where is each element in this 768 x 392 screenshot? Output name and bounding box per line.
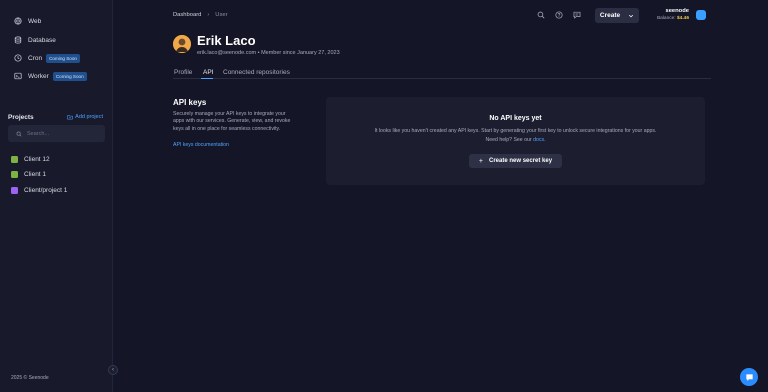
balance-label: Balance: [656, 16, 676, 21]
sidebar-item-web[interactable]: Web [14, 15, 41, 27]
projects-title: Projects [8, 114, 34, 121]
project-search-input[interactable] [27, 130, 97, 137]
project-label: Client 12 [24, 156, 50, 163]
plus-icon: + [478, 157, 484, 165]
chat-icon [745, 373, 753, 381]
database-icon [14, 36, 22, 44]
add-project-label: Add project [75, 114, 103, 120]
sidebar-item-label: Cron [28, 54, 43, 62]
add-project-button[interactable]: Add project [67, 114, 103, 120]
empty-state-message: It looks like you haven't created any AP… [374, 128, 657, 134]
api-keys-description: Securely manage your API keys to integra… [173, 111, 291, 132]
sidebar-item-worker[interactable]: Worker Coming Soon [14, 70, 87, 82]
project-search [8, 125, 105, 142]
project-icon [11, 171, 18, 178]
person-icon [173, 35, 191, 53]
api-keys-title: API keys [173, 98, 207, 107]
project-label: Client/project 1 [24, 187, 68, 194]
help-icon[interactable] [555, 11, 563, 19]
project-icon [11, 156, 18, 163]
project-icon [11, 187, 18, 194]
collapse-sidebar-button[interactable]: ‹ [108, 365, 118, 375]
project-item-client-12[interactable]: Client 12 [11, 156, 50, 163]
create-button[interactable]: Create [595, 8, 639, 23]
chevron-down-icon [629, 14, 634, 17]
project-label: Client 1 [24, 171, 47, 178]
terminal-icon [14, 72, 22, 80]
project-item-client-project-1[interactable]: Client/project 1 [11, 187, 67, 194]
user-meta: erik.laco@seenode.com • Member since Jan… [197, 50, 340, 56]
clock-icon [14, 54, 22, 62]
globe-icon [14, 17, 22, 25]
balance-amount: $4.46 [676, 16, 689, 21]
sidebar-item-label: Web [28, 17, 42, 25]
api-keys-docs-link[interactable]: API keys documentation [173, 142, 229, 148]
create-secret-key-label: Create new secret key [489, 158, 553, 164]
help-suffix: . [544, 137, 546, 143]
breadcrumb: Dashboard › User [173, 12, 228, 18]
chevron-left-icon: ‹ [112, 367, 114, 373]
tab-connected-repositories[interactable]: Connected repositories [223, 69, 290, 76]
sidebar: Web Database Cron Coming Soon Worker Com… [0, 0, 113, 392]
coming-soon-badge: Coming Soon [46, 53, 80, 63]
empty-state-help: Need help? See our docs. [326, 137, 705, 143]
account-name[interactable]: seenode [665, 8, 689, 14]
active-tab-indicator [201, 78, 213, 79]
create-label: Create [599, 12, 621, 19]
chevron-right-icon: › [207, 12, 210, 18]
copyright: 2025 © Seenode [11, 375, 49, 381]
breadcrumb-current: User [215, 12, 228, 18]
breadcrumb-dashboard[interactable]: Dashboard [173, 12, 201, 18]
empty-state-card: No API keys yet It looks like you haven'… [326, 97, 705, 185]
docs-link[interactable]: docs [533, 137, 544, 143]
sidebar-item-cron[interactable]: Cron Coming Soon [14, 52, 80, 64]
help-prefix: Need help? See our [485, 137, 532, 143]
search-icon[interactable] [537, 11, 545, 19]
chat-button[interactable] [740, 368, 758, 386]
folder-plus-icon [67, 115, 73, 120]
user-name: Erik Laco [197, 33, 256, 48]
sidebar-item-label: Database [28, 36, 56, 44]
tab-bar: Profile API Connected repositories [173, 67, 711, 79]
project-item-client-1[interactable]: Client 1 [11, 171, 46, 178]
avatar [173, 35, 191, 53]
tab-api[interactable]: API [203, 69, 213, 76]
sidebar-item-label: Worker [28, 72, 49, 80]
search-icon [16, 131, 22, 136]
coming-soon-badge: Coming Soon [52, 71, 87, 81]
sidebar-item-database[interactable]: Database [14, 34, 56, 46]
feedback-icon[interactable] [573, 11, 581, 19]
tab-profile[interactable]: Profile [174, 69, 192, 76]
empty-state-title: No API keys yet [489, 115, 542, 122]
create-secret-key-button[interactable]: + Create new secret key [469, 154, 562, 168]
account-logo-icon[interactable] [696, 10, 706, 20]
balance: Balance: $4.46 [657, 16, 689, 21]
